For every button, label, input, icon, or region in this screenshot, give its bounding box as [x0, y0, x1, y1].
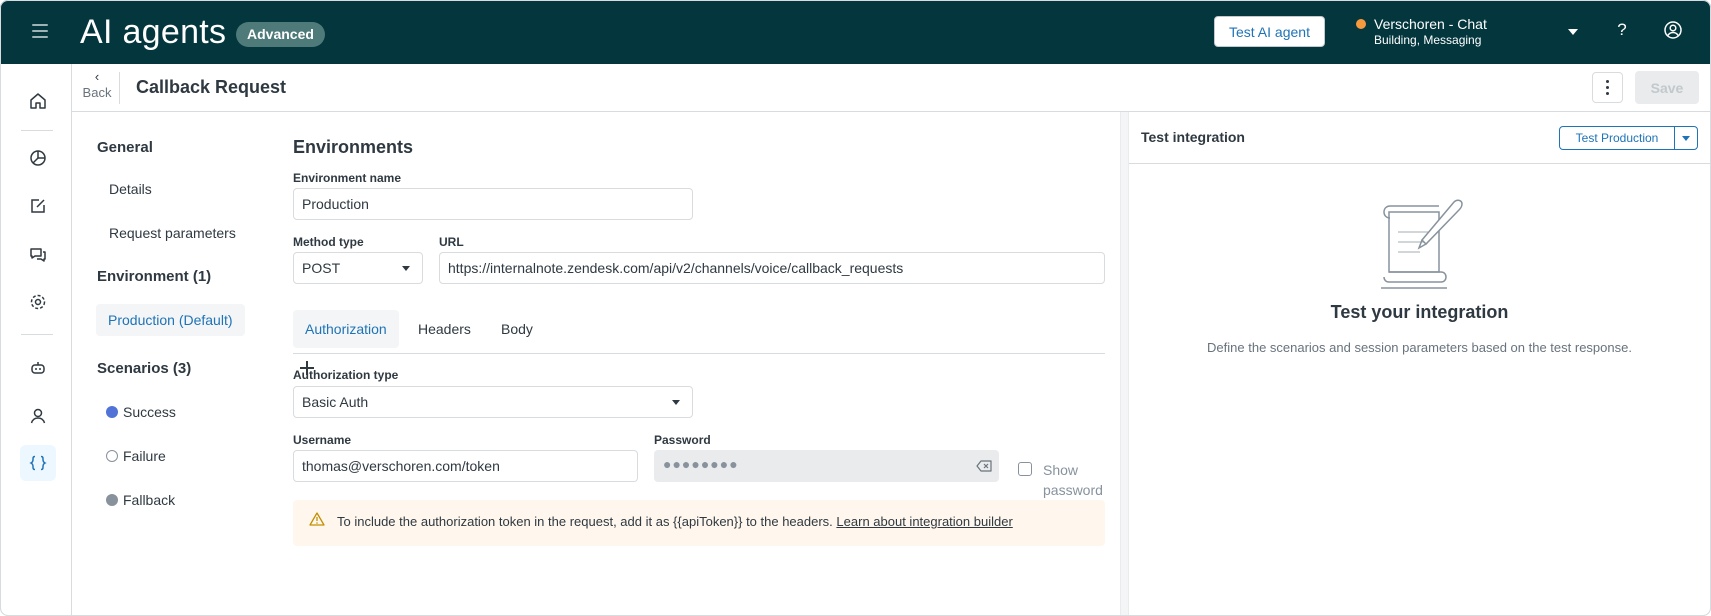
url-label: URL — [439, 235, 464, 249]
tab-divider — [293, 353, 1105, 354]
username-input[interactable]: thomas@verschoren.com/token — [293, 450, 638, 482]
test-ai-agent-button[interactable]: Test AI agent — [1214, 16, 1325, 47]
chevron-down-icon[interactable] — [1568, 29, 1578, 35]
sidebar-scenarios-heading: Scenarios (3) — [97, 360, 192, 377]
method-value: POST — [302, 260, 341, 276]
integrations-icon[interactable] — [20, 445, 56, 481]
left-nav — [0, 64, 72, 616]
auth-type-value: Basic Auth — [302, 394, 369, 410]
warning-icon — [309, 512, 325, 529]
editor-sidebar: General Details Request parameters Envir… — [72, 112, 314, 616]
more-options-icon[interactable] — [1592, 72, 1623, 103]
tab-body[interactable]: Body — [489, 310, 545, 348]
sidebar-item-request-parameters[interactable]: Request parameters — [109, 225, 236, 241]
page-title: Callback Request — [136, 77, 287, 97]
show-password-checkbox[interactable] — [1018, 462, 1032, 476]
sidebar-item-details[interactable]: Details — [109, 181, 152, 197]
chevron-down-icon[interactable] — [1674, 126, 1698, 150]
save-button[interactable]: Save — [1635, 71, 1699, 104]
empty-state-title: Test your integration — [1330, 302, 1509, 322]
sidebar-item-production[interactable]: Production (Default) — [96, 304, 245, 336]
scenario-failure[interactable]: Failure — [123, 448, 166, 464]
url-input[interactable]: https://internalnote.zendesk.com/api/v2/… — [439, 252, 1105, 284]
password-mask: ●●●●●●●● — [663, 456, 739, 472]
conversations-icon[interactable] — [26, 242, 50, 266]
page-header: ‹ Back Callback Request Save — [72, 64, 1711, 112]
back-button[interactable]: ‹ Back — [80, 69, 114, 101]
env-name-label: Environment name — [293, 171, 402, 185]
chevron-left-icon: ‹ — [94, 69, 100, 84]
account-channels: Building, Messaging — [1374, 33, 1482, 47]
auth-notice: To include the authorization token in th… — [293, 500, 1105, 546]
scroll-quill-illustration — [1364, 192, 1474, 295]
learn-more-link[interactable]: Learn about integration builder — [836, 514, 1012, 529]
back-label: Back — [82, 85, 112, 100]
test-panel-title: Test integration — [1141, 129, 1245, 145]
scenario-success-dot — [106, 406, 118, 418]
header-divider — [119, 72, 120, 104]
sidebar-environment-heading: Environment (1) — [97, 268, 212, 285]
home-icon[interactable] — [26, 89, 50, 113]
scenario-fallback[interactable]: Fallback — [123, 492, 175, 508]
password-label: Password — [654, 433, 711, 447]
auth-type-select[interactable]: Basic Auth — [293, 386, 693, 418]
reports-icon[interactable] — [26, 146, 50, 170]
top-bar: AI agents Advanced Test AI agent Verscho… — [0, 0, 1711, 64]
settings-icon[interactable] — [26, 290, 50, 314]
account-name[interactable]: Verschoren - Chat — [1374, 16, 1487, 32]
password-input[interactable]: ●●●●●●●● — [654, 450, 999, 482]
show-password-label[interactable]: Show password — [1043, 460, 1113, 500]
profile-icon[interactable] — [1664, 21, 1682, 42]
notice-text: To include the authorization token in th… — [337, 514, 1013, 529]
username-label: Username — [293, 433, 352, 447]
test-panel-header: Test integration Test Production — [1129, 112, 1710, 164]
status-dot — [1356, 19, 1366, 29]
scenario-fallback-dot — [106, 494, 118, 506]
notice-message: To include the authorization token in th… — [337, 514, 833, 529]
clear-icon[interactable] — [976, 459, 992, 475]
app-title: AI agents — [80, 13, 227, 51]
scenario-failure-dot — [106, 450, 118, 462]
chevron-down-icon — [402, 266, 410, 271]
env-name-input[interactable]: Production — [293, 188, 693, 220]
test-panel: Test integration Test Production Test yo… — [1129, 112, 1711, 616]
method-label: Method type — [293, 235, 364, 249]
tab-headers[interactable]: Headers — [406, 310, 483, 348]
user-icon[interactable] — [26, 404, 50, 428]
test-production-button[interactable]: Test Production — [1559, 126, 1675, 150]
section-title: Environments — [293, 137, 414, 157]
panel-resize-handle[interactable] — [1120, 112, 1129, 616]
method-select[interactable]: POST — [293, 252, 423, 284]
nav-divider — [21, 334, 53, 335]
scenario-success[interactable]: Success — [123, 404, 176, 420]
plan-badge: Advanced — [236, 22, 325, 47]
tab-authorization[interactable]: Authorization — [293, 310, 399, 348]
auth-type-label: Authorization type — [293, 368, 399, 382]
empty-state-subtitle: Define the scenarios and session paramet… — [1207, 340, 1632, 355]
menu-icon[interactable] — [32, 24, 48, 38]
edit-icon[interactable] — [26, 194, 50, 218]
help-icon[interactable]: ? — [1615, 20, 1629, 40]
chevron-down-icon — [672, 400, 680, 405]
bot-icon[interactable] — [26, 356, 50, 380]
sidebar-general-heading[interactable]: General — [97, 139, 153, 156]
nav-divider — [21, 130, 53, 131]
